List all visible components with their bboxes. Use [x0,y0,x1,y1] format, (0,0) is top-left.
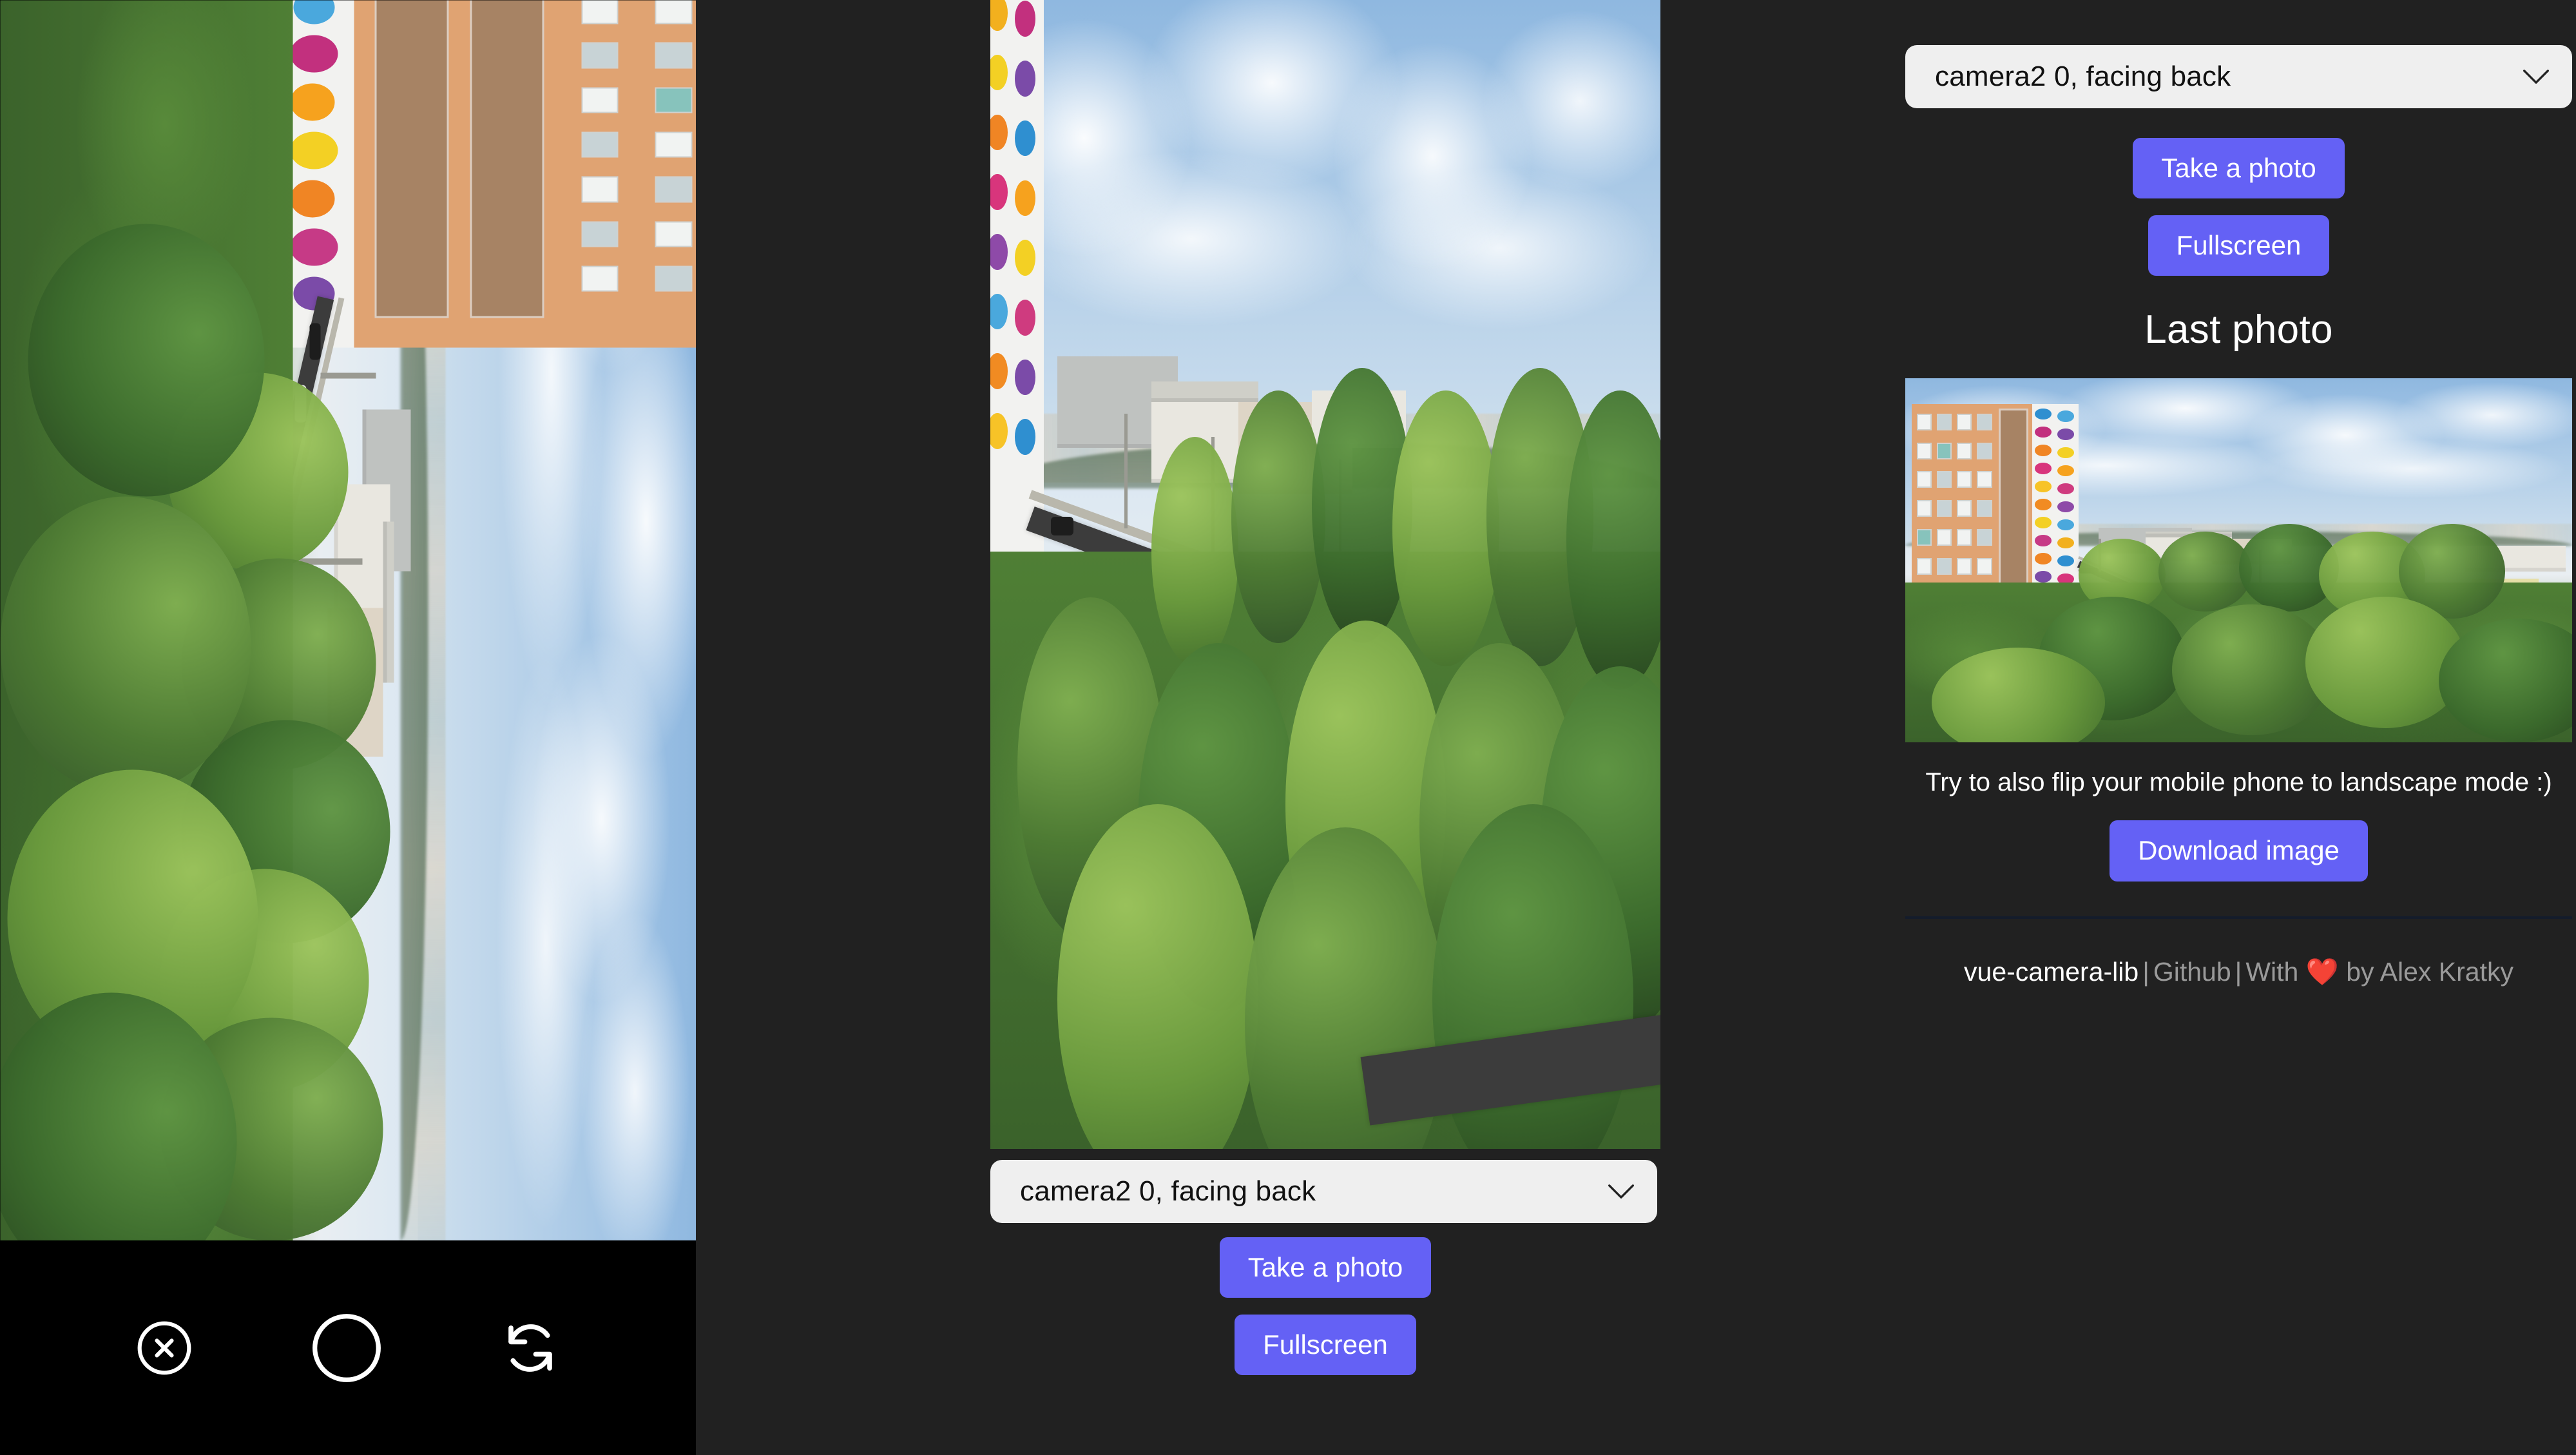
footer-lib-name[interactable]: vue-camera-lib [1964,957,2139,987]
camera-column: camera2 0, facing back Take a photo Full… [990,0,1660,1455]
chevron-down-icon [2523,70,2549,84]
shutter-button[interactable] [309,1311,384,1385]
side-panel: camera2 0, facing back Take a photo Full… [1905,0,2572,1455]
footer-github-link[interactable]: Github [2153,957,2231,987]
camera-scene-rotated [0,0,696,1240]
switch-camera-icon [508,1324,552,1372]
camera-select-wrapper: camera2 0, facing back [990,1160,1660,1223]
last-photo-title: Last photo [2144,307,2333,352]
footer-author: by Alex Kratky [2346,956,2514,987]
last-photo-scene [1905,378,2572,743]
heart-icon: ❤️ [2305,956,2339,987]
camera-select-value: camera2 0, facing back [1020,1175,1316,1207]
chevron-down-icon [1608,1184,1634,1199]
app-root: camera2 0, facing back Take a photo Full… [0,0,2576,1455]
take-photo-button-middle[interactable]: Take a photo [1219,1237,1432,1298]
switch-camera-button[interactable] [499,1317,561,1379]
last-photo-image [1905,378,2572,743]
fullscreen-camera-controls [0,1240,696,1455]
camera-select-value: camera2 0, facing back [1935,61,2231,92]
camera-select-middle[interactable]: camera2 0, facing back [990,1160,1657,1223]
fullscreen-button-middle[interactable]: Fullscreen [1235,1315,1416,1376]
fullscreen-button-side[interactable]: Fullscreen [2148,215,2330,276]
fullscreen-camera-overlay [0,0,696,1455]
footer-separator-1: | [2142,956,2149,987]
fullscreen-camera-feed [0,0,696,1240]
camera-scene [990,0,1660,1149]
close-circle-icon [137,1321,191,1374]
close-fullscreen-button[interactable] [135,1318,194,1378]
fullscreen-video-viewport [0,0,696,1240]
footer-with-label: With [2245,956,2299,987]
take-photo-button-side[interactable]: Take a photo [2133,138,2345,199]
footer-credits: vue-camera-lib | Github | With ❤️ by Alex Kr… [1905,955,2572,988]
download-image-button[interactable]: Download image [2110,820,2368,882]
landscape-hint: Try to also flip your mobile phone to la… [1925,768,2552,797]
camera-select-side[interactable]: camera2 0, facing back [1905,45,2572,108]
shutter-circle-icon [312,1313,381,1382]
panel-divider [1905,916,2572,919]
footer-separator-2: | [2235,956,2242,987]
apartment-building [990,0,1044,575]
camera-video-preview [990,0,1660,1149]
camera-actions-middle: Take a photo Fullscreen [990,1237,1660,1376]
